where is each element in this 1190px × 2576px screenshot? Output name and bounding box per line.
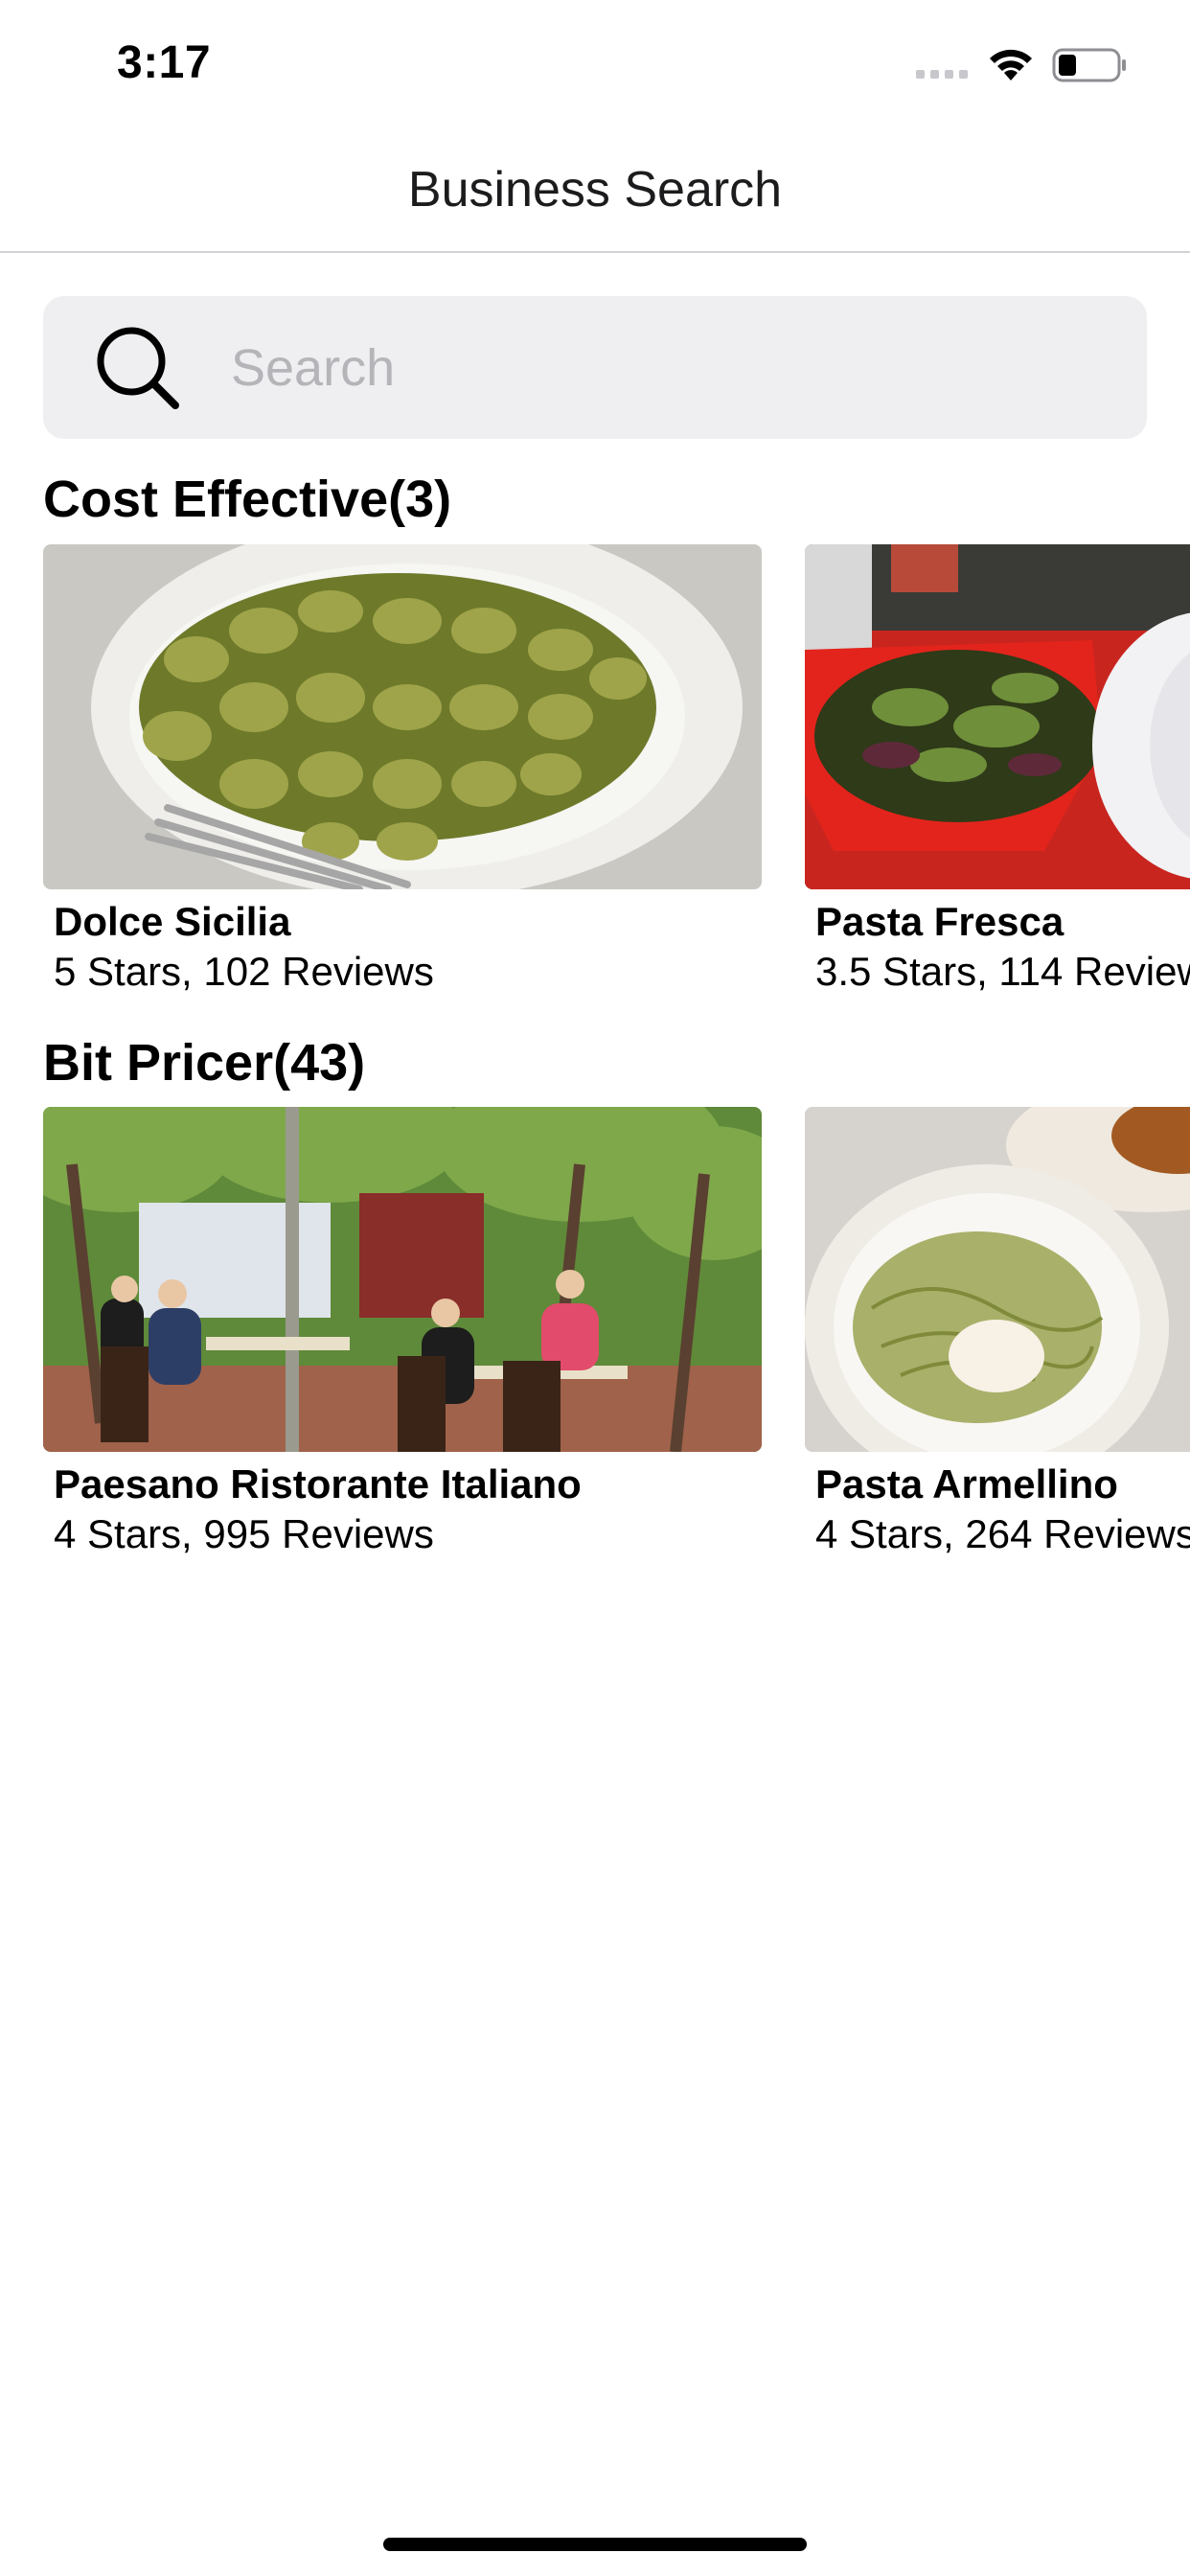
business-name: Dolce Sicilia	[54, 899, 291, 944]
business-name: Pasta Armellino	[815, 1461, 1118, 1506]
business-name: Pasta Fresca	[815, 899, 1064, 944]
outdoor-patio-dining-photo	[43, 1107, 762, 1452]
wifi-icon	[990, 49, 1032, 80]
business-card[interactable]: Paesano Ristorante Italiano 4 Stars, 995…	[43, 1107, 762, 1556]
business-rating: 4 Stars, 995 Reviews	[54, 1511, 434, 1556]
cellular-signal-icon	[916, 70, 968, 79]
business-carousel[interactable]: Paesano Ristorante Italiano 4 Stars, 995…	[43, 1107, 1190, 1624]
status-bar: 3:17	[0, 0, 1190, 126]
search-icon	[97, 327, 179, 409]
business-name: Paesano Ristorante Italiano	[54, 1461, 582, 1506]
business-card[interactable]: Dolce Sicilia 5 Stars, 102 Reviews	[43, 544, 762, 994]
navigation-bar: Business Search	[0, 126, 1190, 253]
home-indicator[interactable]	[383, 2538, 807, 2551]
business-carousel[interactable]: Dolce Sicilia 5 Stars, 102 Reviews Pasta	[43, 544, 1190, 1062]
page-title: Business Search	[407, 162, 783, 218]
search-bar[interactable]	[43, 296, 1147, 439]
business-rating: 3.5 Stars, 114 Reviews	[815, 949, 1190, 994]
battery-icon	[1052, 48, 1126, 82]
section-title: Cost Effective(3)	[43, 471, 452, 528]
green-pasta-egg-photo	[805, 1107, 1190, 1452]
business-card[interactable]: Pasta Fresca 3.5 Stars, 114 Reviews	[805, 544, 1190, 994]
search-input[interactable]	[231, 325, 1093, 411]
gnocchi-pesto-photo	[43, 544, 762, 889]
section-title: Bit Pricer(43)	[43, 1034, 366, 1092]
business-rating: 4 Stars, 264 Reviews	[815, 1511, 1190, 1556]
business-rating: 5 Stars, 102 Reviews	[54, 949, 434, 994]
status-time: 3:17	[117, 37, 212, 88]
salad-bowl-photo	[805, 544, 1190, 889]
business-card[interactable]: Pasta Armellino 4 Stars, 264 Reviews	[805, 1107, 1190, 1556]
